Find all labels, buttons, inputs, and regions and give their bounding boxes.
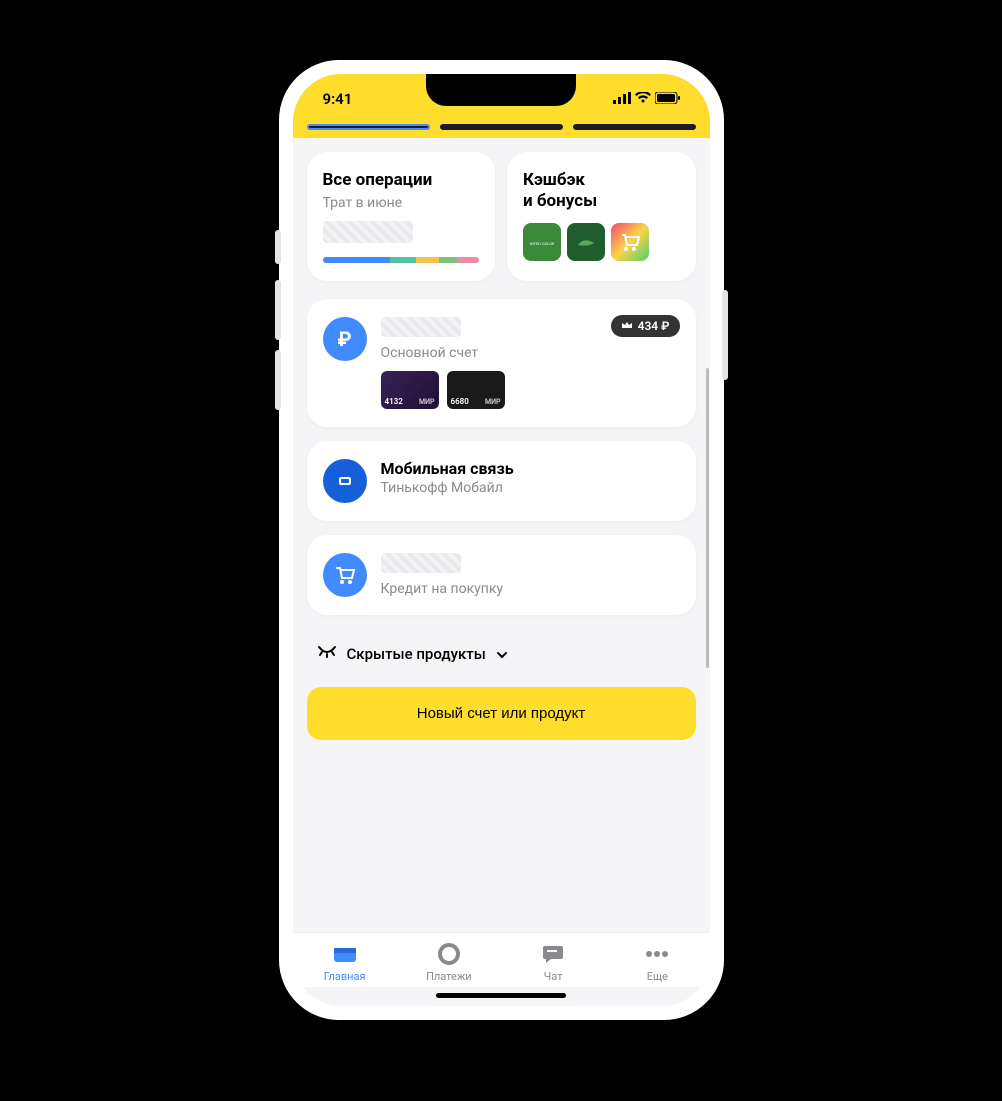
card-system: МИР bbox=[419, 398, 435, 406]
svg-text:UNITED COLORS: UNITED COLORS bbox=[530, 241, 554, 246]
battery-icon bbox=[655, 90, 680, 108]
operations-subtitle: Трат в июне bbox=[323, 195, 480, 211]
cashback-title: Кэшбэк и бонусы bbox=[523, 170, 680, 213]
side-button bbox=[275, 350, 281, 410]
mobile-account-title: Мобильная связь bbox=[381, 459, 680, 478]
cashback-badge[interactable]: 434 ₽ bbox=[611, 315, 680, 337]
chat-icon bbox=[540, 941, 566, 967]
credit-balance-redacted bbox=[381, 553, 461, 573]
badge-value: 434 ₽ bbox=[638, 319, 670, 333]
tab-home[interactable]: Главная bbox=[293, 941, 397, 983]
tab-bar: Главная Платежи Чат Еще bbox=[293, 932, 710, 987]
main-content[interactable]: Все операции Трат в июне Кэшбэк и бонусы bbox=[293, 138, 710, 932]
scrollbar[interactable] bbox=[706, 368, 709, 668]
status-icons bbox=[613, 90, 680, 108]
card-system: МИР bbox=[485, 398, 501, 406]
main-account-card[interactable]: ₽ Основной счет 4132 МИР 6680 МИР bbox=[307, 299, 696, 427]
chevron-down-icon bbox=[496, 645, 508, 663]
tab-label: Платежи bbox=[426, 970, 472, 983]
story-chips[interactable] bbox=[293, 124, 710, 138]
phone-frame: 9:41 Все операц bbox=[279, 60, 724, 1020]
hidden-products-label: Скрытые продукты bbox=[347, 645, 486, 663]
signal-icon bbox=[613, 90, 631, 108]
card-last4: 6680 bbox=[451, 397, 469, 406]
tab-label: Чат bbox=[544, 970, 563, 983]
home-icon bbox=[332, 941, 358, 967]
spend-breakdown-bar bbox=[323, 257, 480, 263]
ruble-icon: ₽ bbox=[323, 317, 367, 361]
tab-payments[interactable]: Платежи bbox=[397, 941, 501, 983]
bank-card-thumbnail[interactable]: 4132 МИР bbox=[381, 371, 439, 409]
side-button bbox=[722, 290, 728, 380]
sim-icon bbox=[323, 459, 367, 503]
card-last4: 4132 bbox=[385, 397, 403, 406]
cashback-card[interactable]: Кэшбэк и бонусы UNITED COLORS bbox=[507, 152, 696, 281]
new-product-button[interactable]: Новый счет или продукт bbox=[307, 687, 696, 740]
bank-card-thumbnail[interactable]: 6680 МИР bbox=[447, 371, 505, 409]
operations-title: Все операции bbox=[323, 170, 480, 191]
tab-more[interactable]: Еще bbox=[605, 941, 709, 983]
main-account-balance-redacted bbox=[381, 317, 461, 337]
story-chip[interactable] bbox=[440, 124, 563, 130]
story-chip[interactable] bbox=[573, 124, 696, 130]
screen: 9:41 Все операц bbox=[293, 74, 710, 1006]
home-indicator[interactable] bbox=[436, 993, 566, 998]
shopping-cart-icon bbox=[323, 553, 367, 597]
eye-closed-icon bbox=[317, 645, 337, 663]
credit-account-subtitle: Кредит на покупку bbox=[381, 581, 680, 597]
story-chip[interactable] bbox=[307, 124, 430, 130]
payments-icon bbox=[436, 941, 462, 967]
wifi-icon bbox=[635, 90, 651, 108]
cashback-partner-icon[interactable] bbox=[611, 223, 649, 261]
notch bbox=[426, 74, 576, 106]
status-time: 9:41 bbox=[323, 90, 353, 108]
crown-icon bbox=[621, 319, 633, 333]
cashback-partner-icon[interactable]: UNITED COLORS bbox=[523, 223, 561, 261]
tab-label: Главная bbox=[324, 970, 366, 983]
mobile-account-subtitle: Тинькофф Мобайл bbox=[381, 480, 680, 496]
credit-account-card[interactable]: Кредит на покупку bbox=[307, 535, 696, 615]
side-button bbox=[275, 280, 281, 340]
operations-card[interactable]: Все операции Трат в июне bbox=[307, 152, 496, 281]
cashback-partner-icon[interactable] bbox=[567, 223, 605, 261]
more-icon bbox=[644, 941, 670, 967]
tab-label: Еще bbox=[647, 970, 668, 983]
main-account-subtitle: Основной счет bbox=[381, 345, 680, 361]
hidden-products-toggle[interactable]: Скрытые продукты bbox=[307, 629, 696, 687]
mobile-account-card[interactable]: Мобильная связь Тинькофф Мобайл bbox=[307, 441, 696, 521]
operations-amount-redacted bbox=[323, 221, 413, 243]
tab-chat[interactable]: Чат bbox=[501, 941, 605, 983]
side-button bbox=[275, 230, 281, 264]
